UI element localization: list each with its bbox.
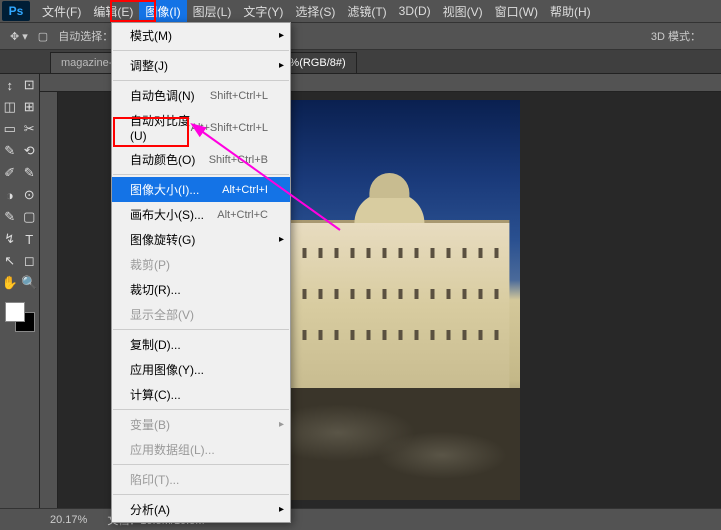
tool-lasso[interactable]: ⊞ [20,96,40,118]
tool-eyedropper[interactable]: ✎ [0,140,20,162]
menu-item-变量b: 变量(B) [112,412,290,437]
tool-text[interactable]: T [20,228,40,250]
zoom-level[interactable]: 20.17% [50,514,87,526]
toolbar: ↕ ⊡ ◫ ⊞ ▭ ✂ ✎ ⟲ ✐ ✎ ◑ ⊙ ✎ ▢ ↯ T ↖ ◻ ✋ 🔍 [0,74,40,508]
tool-slice[interactable]: ✂ [20,118,40,140]
document-image [260,100,520,500]
tool-history[interactable]: ◑ [0,184,20,206]
menu-edit[interactable]: 编辑(E) [87,0,139,23]
tool-blur[interactable]: ▢ [20,206,40,228]
tool-zoom[interactable]: 🔍 [20,272,40,294]
statusbar: 20.17% 文档：10.5M/10.5M [0,508,721,530]
menu-item-自动对比度u[interactable]: 自动对比度(U)Alt+Shift+Ctrl+L [112,108,290,147]
menu-item-裁切r[interactable]: 裁切(R)... [112,277,290,302]
tool-crop[interactable]: ▭ [0,118,20,140]
menu-item-应用图像y[interactable]: 应用图像(Y)... [112,357,290,382]
menu-file[interactable]: 文件(F) [36,0,87,23]
menu-item-模式m[interactable]: 模式(M) [112,23,290,48]
menubar: Ps 文件(F) 编辑(E) 图像(I) 图层(L) 文字(Y) 选择(S) 滤… [0,0,721,22]
menu-item-计算c[interactable]: 计算(C)... [112,382,290,407]
menu-filter[interactable]: 滤镜(T) [341,0,392,23]
menu-item-自动色调n[interactable]: 自动色调(N)Shift+Ctrl+L [112,83,290,108]
tool-hand[interactable]: ✋ [0,272,20,294]
menu-item-调整j[interactable]: 调整(J) [112,53,290,78]
label-autoselect: 自动选择： [58,28,113,44]
move-tool-icon[interactable]: ✥ ▾ [10,30,28,43]
menu-item-显示全部v: 显示全部(V) [112,302,290,327]
ps-logo: Ps [2,1,30,21]
image-menu-dropdown: 模式(M) 调整(J) 自动色调(N)Shift+Ctrl+L自动对比度(U)Alt… [111,22,291,523]
checkbox-autoselect[interactable]: ▢ [38,30,48,43]
menu-window[interactable]: 窗口(W) [489,0,544,23]
foreground-color[interactable] [5,302,25,322]
tool-path[interactable]: ↖ [0,250,20,272]
tool-pen[interactable]: ↯ [0,228,20,250]
menu-help[interactable]: 帮助(H) [544,0,597,23]
tool-gradient[interactable]: ✎ [0,206,20,228]
menu-item-复制d[interactable]: 复制(D)... [112,332,290,357]
menu-view[interactable]: 视图(V) [437,0,489,23]
ruler-vertical[interactable] [40,92,58,508]
workspace: ↕ ⊡ ◫ ⊞ ▭ ✂ ✎ ⟲ ✐ ✎ ◑ ⊙ ✎ ▢ ↯ T ↖ ◻ ✋ 🔍 [0,74,721,508]
color-swatch[interactable] [5,302,35,332]
label-3dmode: 3D 模式： [651,28,701,44]
tool-eraser[interactable]: ⊙ [20,184,40,206]
tool-heal[interactable]: ⟲ [20,140,40,162]
building-graphic [270,220,509,388]
tool-shape[interactable]: ◻ [20,250,40,272]
menu-item-画布大小s[interactable]: 画布大小(S)...Alt+Ctrl+C [112,202,290,227]
menu-3d[interactable]: 3D(D) [393,1,437,21]
menu-select[interactable]: 选择(S) [289,0,341,23]
menu-item-陷印t: 陷印(T)... [112,467,290,492]
menu-image[interactable]: 图像(I) [139,0,186,23]
menu-item-分析a[interactable]: 分析(A) [112,497,290,522]
tool-artboard[interactable]: ⊡ [20,74,40,96]
menu-type[interactable]: 文字(Y) [237,0,289,23]
tool-move[interactable]: ↕ [0,74,20,96]
document-tabs: magazine-u... DE14B9AE344B.jpg @ 20.2%(R… [0,50,721,74]
menu-item-图像大小i[interactable]: 图像大小(I)...Alt+Ctrl+I [112,177,290,202]
menu-item-图像旋转g[interactable]: 图像旋转(G) [112,227,290,252]
menu-item-自动颜色o[interactable]: 自动颜色(O)Shift+Ctrl+B [112,147,290,172]
menu-layer[interactable]: 图层(L) [187,0,238,23]
tool-brush[interactable]: ✐ [0,162,20,184]
menu-item-裁剪p: 裁剪(P) [112,252,290,277]
tool-marquee[interactable]: ◫ [0,96,20,118]
tool-stamp[interactable]: ✎ [20,162,40,184]
menu-item-应用数据组l: 应用数据组(L)... [112,437,290,462]
options-bar: ✥ ▾ ▢ 自动选择： 3D 模式： [0,22,721,50]
